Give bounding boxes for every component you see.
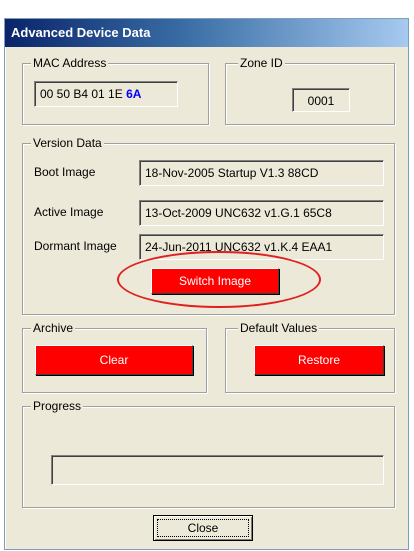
active-image-field: 13-Oct-2009 UNC632 v1.G.1 65C8 [139, 200, 384, 226]
active-image-label: Active Image [34, 205, 104, 219]
clear-button[interactable]: Clear [35, 345, 193, 375]
version-data-label: Version Data [31, 136, 104, 151]
zone-id-field: 0001 [292, 88, 350, 112]
boot-image-label: Boot Image [34, 165, 96, 179]
default-values-label: Default Values [238, 321, 320, 336]
advanced-device-data-dialog: Advanced Device Data MAC Address 00 50 B… [4, 18, 409, 550]
restore-button[interactable]: Restore [254, 345, 384, 375]
window-title: Advanced Device Data [5, 19, 408, 47]
archive-label: Archive [31, 321, 76, 336]
progress-bar [51, 455, 384, 485]
dormant-image-label: Dormant Image [34, 239, 117, 253]
mac-address-field: 00 50 B4 01 1E 6A [34, 81, 178, 107]
close-button-label: Close [187, 521, 219, 535]
close-button[interactable]: Close [153, 515, 253, 541]
mac-address-suffix: 6A [126, 87, 142, 101]
mac-address-prefix: 00 50 B4 01 1E [40, 87, 127, 101]
zone-id-label: Zone ID [238, 56, 285, 71]
mac-address-label: MAC Address [31, 56, 109, 71]
default-values-group: Default Values Restore [225, 321, 395, 393]
boot-image-field: 18-Nov-2005 Startup V1.3 88CD [139, 160, 384, 186]
progress-label: Progress [31, 399, 84, 414]
archive-group: Archive Clear [22, 321, 207, 393]
progress-group: Progress [22, 399, 395, 508]
mac-address-group: MAC Address 00 50 B4 01 1E 6A [22, 56, 209, 125]
zone-id-group: Zone ID 0001 [225, 56, 395, 125]
highlight-ellipse [117, 251, 321, 308]
